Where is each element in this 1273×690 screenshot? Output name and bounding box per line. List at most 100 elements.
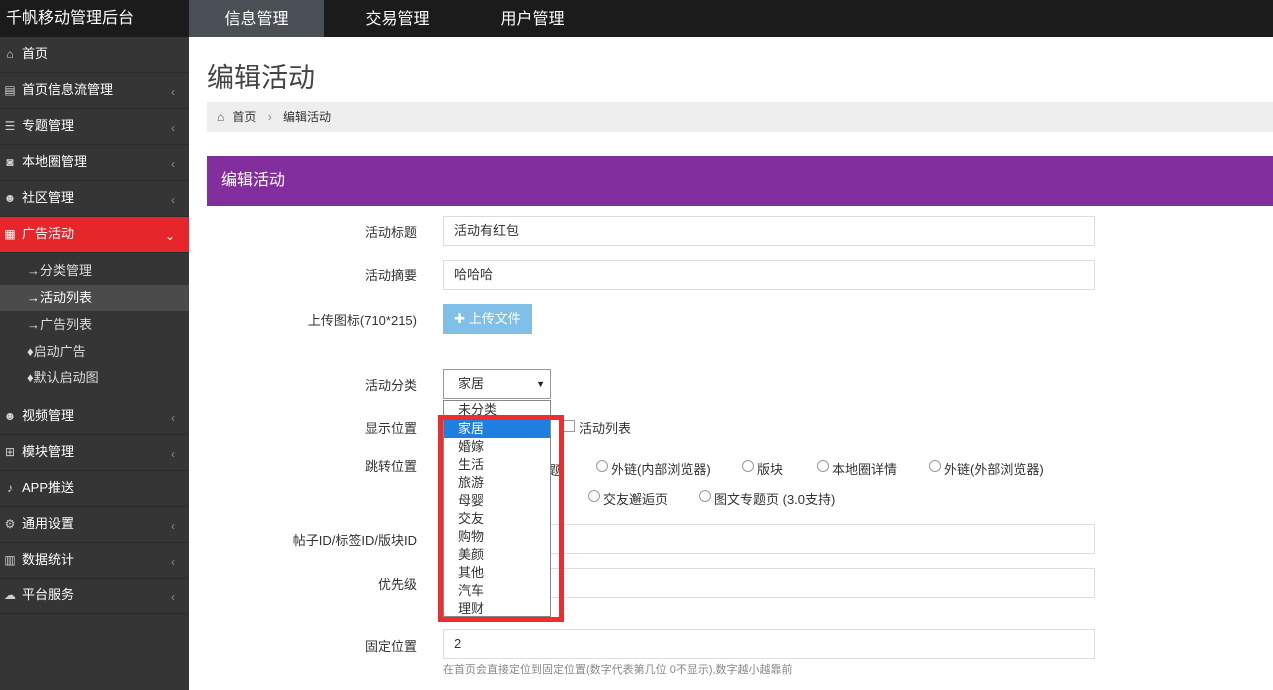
sidebar-sub-launch-ad[interactable]: ♦启动广告: [0, 339, 189, 365]
title-label: 活动标题: [364, 225, 417, 240]
sidebar-item-home[interactable]: ⌂ 首页: [0, 37, 189, 73]
jump-radio-local-detail[interactable]: [817, 460, 829, 472]
sidebar-item-label: 首页: [22, 46, 49, 61]
home-icon: ⌂: [217, 110, 225, 124]
file-icon: ▤: [4, 83, 16, 97]
dropdown-option[interactable]: 未分类: [444, 401, 550, 419]
breadcrumb-current: 编辑活动: [283, 110, 332, 124]
chevron-down-icon: ⌄: [164, 229, 175, 243]
dropdown-option[interactable]: 婚嫁: [444, 438, 550, 456]
sidebar-item-push[interactable]: ♪ APP推送: [0, 471, 189, 507]
display-activity-list-label: 活动列表: [579, 421, 632, 436]
dropdown-option[interactable]: 旅游: [444, 474, 550, 492]
app-brand: 千帆移动管理后台: [6, 10, 135, 27]
bell-icon: ♪: [7, 481, 13, 495]
title-input[interactable]: 活动有红包: [443, 216, 1095, 246]
jump-radio-external-link[interactable]: [929, 460, 941, 472]
camera-icon: ◙: [6, 155, 14, 169]
sidebar-item-label: 专题管理: [22, 118, 75, 133]
sidebar-item-community[interactable]: ☻ 社区管理 ‹: [0, 181, 189, 217]
sidebar-item-video[interactable]: ☻ 视频管理 ‹: [0, 399, 189, 435]
breadcrumb: ⌂ 首页 › 编辑活动: [207, 102, 1273, 132]
dropdown-option-selected[interactable]: 家居: [444, 420, 550, 438]
sidebar: ⌂ 首页 ▤ 首页信息流管理 ‹ ☰ 专题管理 ‹ ◙ 本地圈管理 ‹ ☻ 社区…: [0, 37, 189, 690]
chevron-left-icon: ‹: [171, 411, 175, 425]
jump-option-local-detail: 本地圈详情: [832, 462, 898, 477]
home-icon: ⌂: [6, 47, 14, 61]
jump-option-external-link: 外链(外部浏览器): [944, 462, 1044, 477]
chevron-left-icon: ‹: [171, 555, 175, 569]
chevron-left-icon: ‹: [171, 85, 175, 99]
icon-upload-label: 上传图标(710*215): [307, 313, 417, 328]
tab-user-management[interactable]: 用户管理: [465, 0, 600, 37]
dropdown-option[interactable]: 母婴: [444, 492, 550, 510]
flame-icon: ♦: [27, 344, 34, 359]
sidebar-sub-label: 启动广告: [33, 344, 86, 359]
tab-trade-management[interactable]: 交易管理: [330, 0, 465, 37]
sidebar-item-label: 视频管理: [22, 408, 75, 423]
dropdown-option[interactable]: 美颜: [444, 546, 550, 564]
sidebar-item-label: APP推送: [22, 480, 75, 495]
users-icon: ☻: [3, 409, 17, 423]
calendar-icon: ▦: [4, 227, 16, 241]
chevron-left-icon: ‹: [171, 121, 175, 135]
sidebar-item-stats[interactable]: ▥ 数据统计 ‹: [0, 543, 189, 579]
sidebar-item-label: 平台服务: [22, 587, 75, 602]
chevron-left-icon: ‹: [171, 447, 175, 461]
sidebar-item-label: 广告活动: [22, 226, 75, 241]
sidebar-sub-default-launch[interactable]: ♦默认启动图: [0, 365, 189, 391]
summary-input[interactable]: 哈哈哈: [443, 260, 1095, 290]
display-activity-list-checkbox[interactable]: [563, 420, 575, 432]
breadcrumb-home[interactable]: 首页: [232, 110, 256, 124]
sidebar-item-feed[interactable]: ▤ 首页信息流管理 ‹: [0, 73, 189, 109]
page-title: 编辑活动: [207, 63, 315, 93]
top-bar: 千帆移动管理后台 信息管理 交易管理 用户管理: [0, 0, 1273, 37]
jump-radio-article-topic[interactable]: [699, 490, 711, 502]
upload-file-button[interactable]: ✚ 上传文件: [443, 304, 532, 334]
sidebar-item-settings[interactable]: ⚙ 通用设置 ‹: [0, 507, 189, 543]
fixed-position-input[interactable]: 2: [443, 629, 1095, 659]
jump-radio-board[interactable]: [742, 460, 754, 472]
dropdown-option[interactable]: 理财: [444, 600, 550, 616]
sidebar-item-label: 社区管理: [22, 190, 75, 205]
bar-chart-icon: ▥: [4, 553, 16, 567]
jump-radio-dating[interactable]: [588, 490, 600, 502]
sidebar-item-label: 数据统计: [22, 552, 75, 567]
sidebar-item-label: 首页信息流管理: [22, 82, 114, 97]
dropdown-option[interactable]: 汽车: [444, 582, 550, 600]
dropdown-option[interactable]: 其他: [444, 564, 550, 582]
fixed-position-hint: 在首页会直接定位到固定位置(数字代表第几位 0不显示),数字越小越靠前: [443, 664, 793, 676]
sidebar-sub-category[interactable]: →分类管理: [0, 258, 189, 284]
chevron-left-icon: ‹: [171, 193, 175, 207]
jump-option-board: 版块: [757, 462, 784, 477]
cloud-icon: ☁: [4, 588, 16, 602]
sidebar-item-modules[interactable]: ⊞ 模块管理 ‹: [0, 435, 189, 471]
dropdown-option[interactable]: 购物: [444, 528, 550, 546]
post-id-label: 帖子ID/标签ID/版块ID: [292, 533, 417, 548]
priority-label: 优先级: [377, 577, 417, 592]
sidebar-sub-ad-list[interactable]: →广告列表: [0, 312, 189, 338]
sidebar-item-local[interactable]: ◙ 本地圈管理 ‹: [0, 145, 189, 181]
sidebar-item-label: 本地圈管理: [22, 154, 88, 169]
sidebar-item-ads[interactable]: ▦ 广告活动 ⌄: [0, 217, 189, 253]
tab-info-management[interactable]: 信息管理: [189, 0, 324, 37]
jump-radio-internal-link[interactable]: [596, 460, 608, 472]
caret-down-icon: ▼: [536, 379, 545, 389]
display-position-label: 显示位置: [364, 421, 417, 436]
dropdown-option[interactable]: 生活: [444, 456, 550, 474]
cogs-icon: ⚙: [4, 517, 16, 531]
fixed-position-label: 固定位置: [364, 639, 417, 654]
sidebar-item-topics[interactable]: ☰ 专题管理 ‹: [0, 109, 189, 145]
sidebar-item-platform[interactable]: ☁ 平台服务 ‹: [0, 578, 189, 614]
chevron-left-icon: ‹: [171, 590, 175, 604]
jump-position-label: 跳转位置: [364, 459, 417, 474]
category-select[interactable]: 家居 ▼: [443, 369, 551, 399]
sidebar-sub-label: 默认启动图: [33, 370, 99, 385]
list-icon: ☰: [4, 119, 16, 133]
category-dropdown-list: 未分类 家居 婚嫁 生活 旅游 母婴 交友 购物 美颜 其他 汽车 理财: [443, 400, 551, 617]
category-label: 活动分类: [364, 378, 417, 393]
jump-option-dating: 交友邂逅页: [603, 492, 669, 507]
sitemap-icon: ⊞: [4, 445, 16, 459]
sidebar-sub-activity-list[interactable]: →活动列表: [0, 285, 189, 311]
dropdown-option[interactable]: 交友: [444, 510, 550, 528]
